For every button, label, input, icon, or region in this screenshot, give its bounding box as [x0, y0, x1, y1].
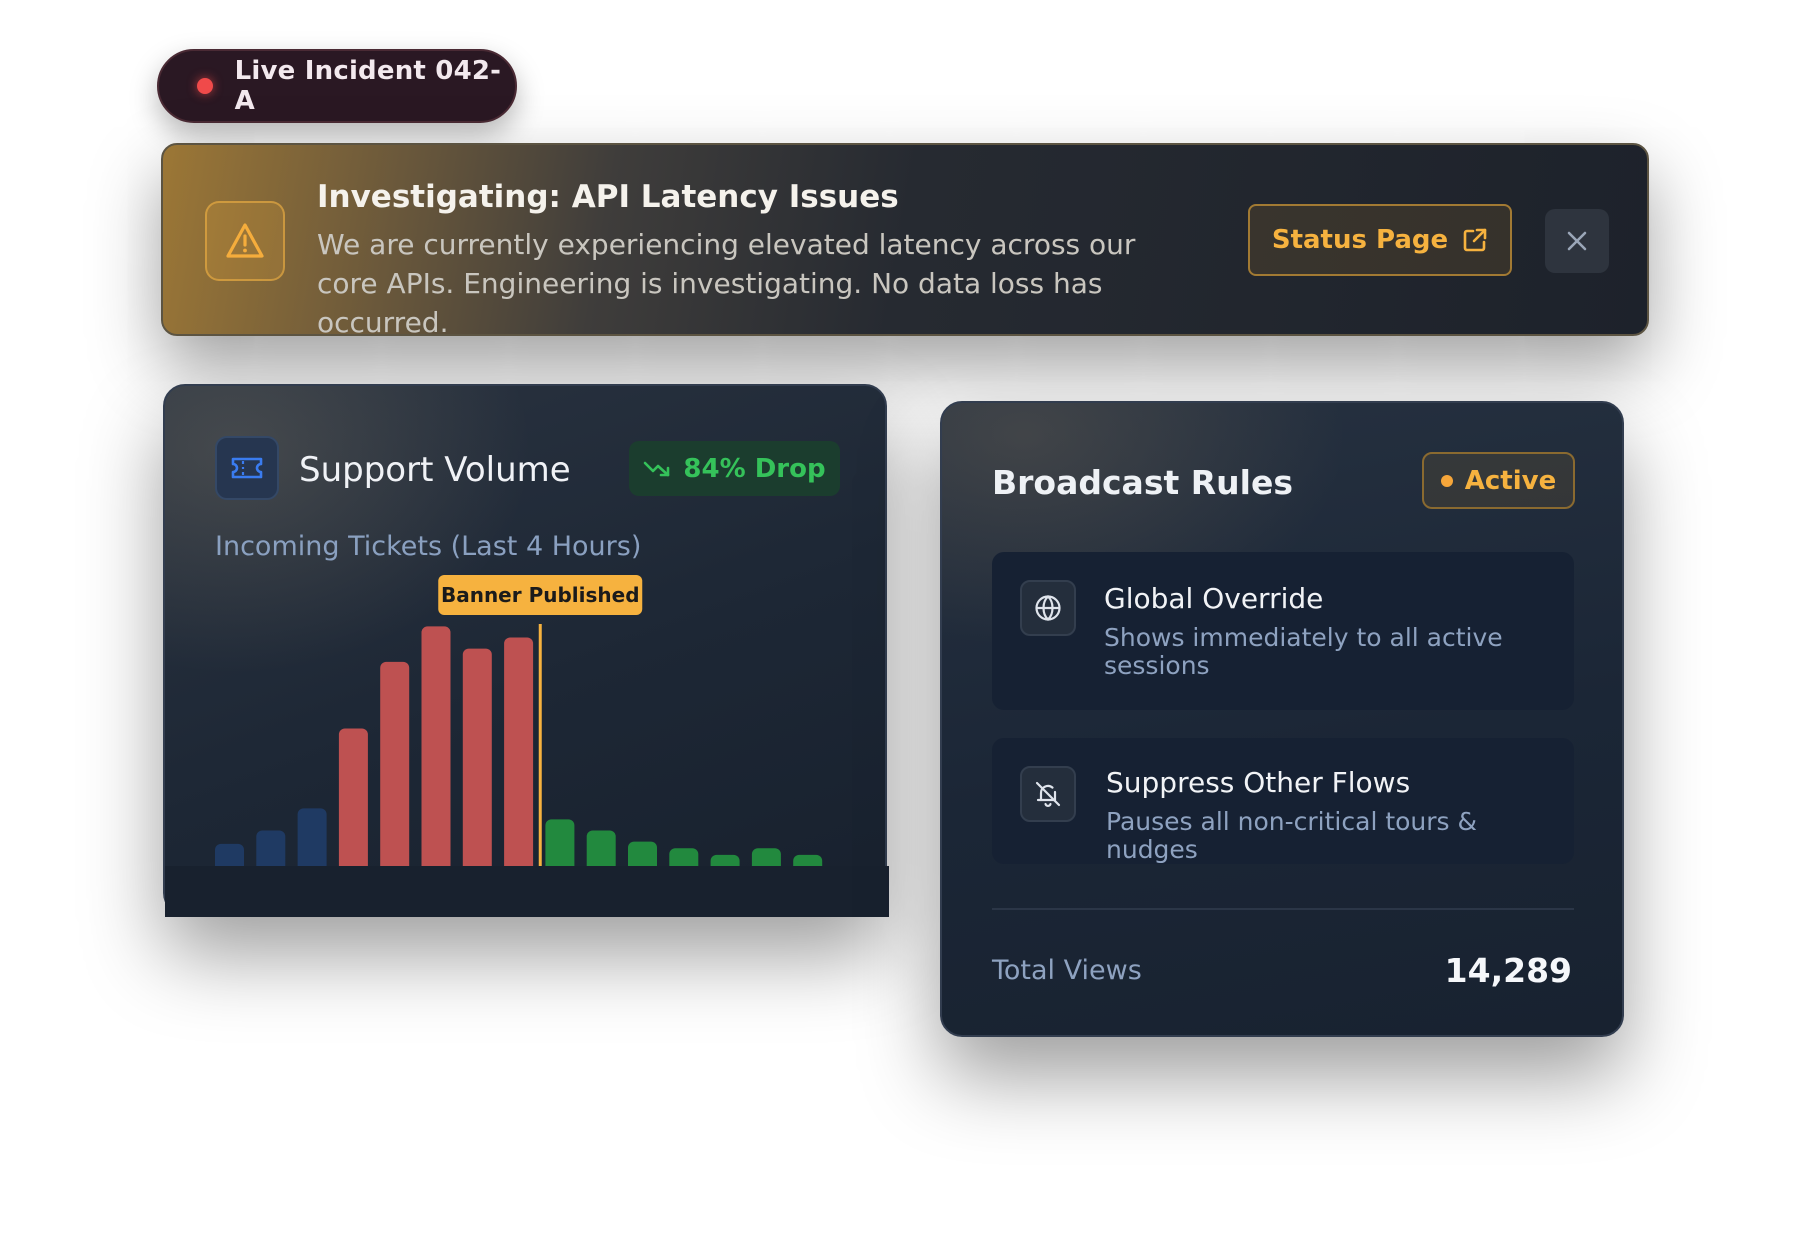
status-page-button[interactable]: Status Page	[1248, 204, 1512, 276]
chart-bar	[462, 648, 492, 872]
incident-label: Live Incident 042-A	[234, 56, 502, 116]
rule-description: Pauses all non-critical tours & nudges	[1106, 807, 1478, 864]
bell-off-icon	[1020, 766, 1076, 822]
live-incident-pill[interactable]: Live Incident 042-A	[157, 49, 517, 123]
divider	[992, 908, 1574, 910]
banner-description: We are currently experiencing elevated l…	[317, 228, 1136, 339]
close-icon	[1567, 231, 1587, 251]
status-badge: Active	[1422, 452, 1575, 509]
chart-bar	[504, 637, 534, 872]
chart-bar	[421, 626, 451, 872]
active-dot	[1440, 474, 1453, 487]
chart-bar	[586, 830, 616, 872]
chart-bar	[545, 819, 575, 872]
chart-bar	[256, 830, 286, 872]
rule-title: Global Override	[1104, 582, 1324, 615]
total-views-label: Total Views	[992, 955, 1142, 986]
incident-banner: Investigating: API Latency Issues We are…	[161, 143, 1649, 339]
chart-bar	[380, 661, 410, 872]
ticket-volume-chart: Banner Published	[165, 575, 889, 917]
close-button[interactable]	[1545, 209, 1609, 273]
live-status-dot	[197, 78, 213, 94]
broadcast-rules-title: Broadcast Rules	[992, 463, 1293, 502]
external-link-icon	[1463, 228, 1487, 252]
broadcast-rules-card: Broadcast Rules Active Global Override S…	[940, 401, 1624, 1037]
chart-baseline-mask	[165, 866, 889, 917]
annotation-text: Banner Published	[441, 583, 640, 607]
rule-global-override[interactable]: Global Override Shows immediately to all…	[992, 552, 1574, 710]
total-views-value: 14,289	[1444, 951, 1572, 990]
rule-title: Suppress Other Flows	[1106, 766, 1411, 799]
chart-bar	[338, 728, 368, 872]
status-badge-label: Active	[1464, 465, 1557, 496]
rule-description: Shows immediately to all active sessions	[1104, 623, 1503, 680]
rule-suppress-flows[interactable]: Suppress Other Flows Pauses all non-crit…	[992, 738, 1574, 864]
chart-bar	[297, 808, 327, 872]
banner-title: Investigating: API Latency Issues	[317, 179, 899, 215]
warning-triangle-icon	[205, 201, 285, 281]
globe-icon	[1020, 580, 1076, 636]
support-volume-card: Support Volume 84% Drop Incoming Tickets…	[163, 384, 889, 917]
banner-published-label: Banner Published	[438, 575, 643, 615]
status-page-label: Status Page	[1271, 225, 1449, 255]
